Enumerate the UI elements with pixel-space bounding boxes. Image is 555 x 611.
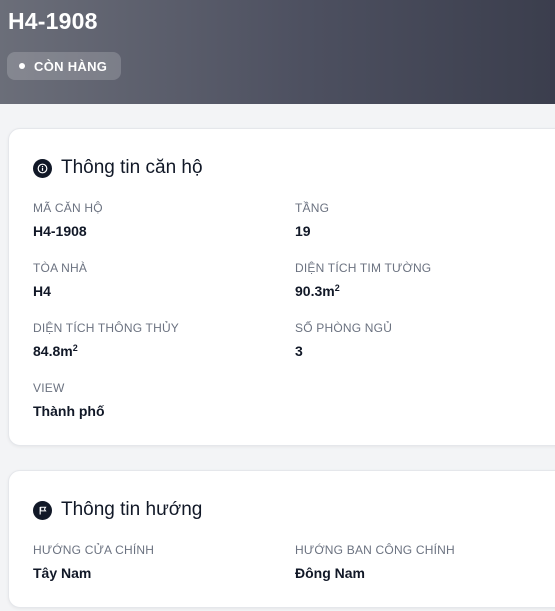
field-value: 90.3m2 (295, 283, 535, 299)
field-value: H4 (33, 283, 51, 299)
field-view: VIEW Thành phố (33, 381, 273, 419)
direction-info-title: Thông tin hướng (61, 499, 203, 520)
field-value: 19 (295, 223, 311, 239)
field-bedrooms: SỐ PHÒNG NGỦ 3 (295, 321, 535, 359)
field-value: 84.8m2 (33, 343, 273, 359)
area-value: 90.3m (295, 283, 335, 299)
status-badge: CÒN HÀNG (7, 52, 121, 80)
apartment-info-card: Thông tin căn hộ MÃ CĂN HỘ H4-1908 TẦNG … (8, 128, 555, 446)
apartment-info-title: Thông tin căn hộ (61, 157, 203, 178)
field-value: H4-1908 (33, 223, 87, 239)
flag-circle-icon (33, 500, 52, 520)
direction-info-header: Thông tin hướng (33, 499, 202, 521)
header-banner: H4-1908 CÒN HÀNG (0, 0, 555, 104)
field-value: 3 (295, 343, 303, 359)
field-main-door-direction: HƯỚNG CỬA CHÍNH Tây Nam (33, 543, 273, 581)
field-label: TÒA NHÀ (33, 261, 88, 275)
field-label: DIỆN TÍCH THÔNG THỦY (33, 321, 180, 335)
info-circle-icon (33, 158, 52, 178)
field-value: Đông Nam (295, 565, 365, 581)
apartment-info-header: Thông tin căn hộ (33, 157, 203, 179)
area-value: 84.8m (33, 343, 73, 359)
direction-info-card: Thông tin hướng HƯỚNG CỬA CHÍNH Tây Nam … (8, 470, 555, 608)
field-label: DIỆN TÍCH TIM TƯỜNG (295, 261, 432, 275)
field-label: VIEW (33, 381, 65, 395)
field-unit-code: MÃ CĂN HỘ H4-1908 (33, 201, 273, 239)
field-net-area: DIỆN TÍCH THÔNG THỦY 84.8m2 (33, 321, 273, 359)
field-label: MÃ CĂN HỘ (33, 201, 103, 215)
field-building: TÒA NHÀ H4 (33, 261, 273, 299)
field-gross-area: DIỆN TÍCH TIM TƯỜNG 90.3m2 (295, 261, 535, 299)
field-value: Tây Nam (33, 565, 92, 581)
status-dot-icon (19, 63, 25, 69)
field-value: Thành phố (33, 403, 105, 419)
area-unit-sup: 2 (334, 283, 340, 293)
unit-title: H4-1908 (8, 8, 98, 34)
area-unit-sup: 2 (72, 343, 78, 353)
field-label: TẦNG (295, 201, 330, 215)
field-label: SỐ PHÒNG NGỦ (295, 321, 393, 335)
field-balcony-direction: HƯỚNG BAN CÔNG CHÍNH Đông Nam (295, 543, 535, 581)
field-label: HƯỚNG BAN CÔNG CHÍNH (295, 543, 455, 557)
field-label: HƯỚNG CỬA CHÍNH (33, 543, 155, 557)
field-floor: TẦNG 19 (295, 201, 535, 239)
status-label: CÒN HÀNG (34, 58, 108, 74)
